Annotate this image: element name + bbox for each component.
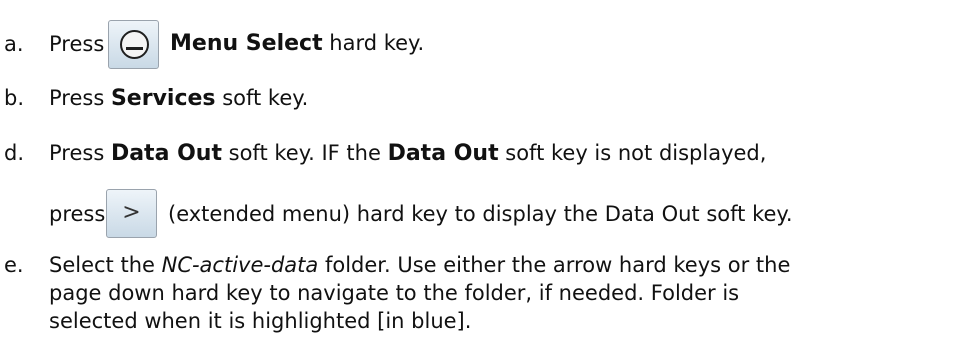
step-e-pre-text: Select the <box>49 253 162 277</box>
step-e-line3: selected when it is highlighted [in blue… <box>49 309 472 333</box>
services-label: Services <box>110 86 216 111</box>
step-marker: e. <box>4 253 24 277</box>
step-d-post-text: soft key is not displayed, <box>498 141 767 165</box>
step-b-pre-text: Press <box>49 86 111 110</box>
step-e-line1: Select the NC-active-data folder. Use ei… <box>49 253 790 277</box>
step-b-text: Press Services soft key. <box>49 86 308 111</box>
step-marker: b. <box>4 86 25 110</box>
instruction-document: { "steps": [ { "marker": "a.", "pre": "P… <box>0 0 978 353</box>
step-e-line1-post: folder. Use either the arrow hard keys o… <box>318 253 791 277</box>
step-e-line2: page down hard key to navigate to the fo… <box>49 281 740 305</box>
menu-select-key-icon <box>108 20 159 69</box>
menu-select-label: Menu Select <box>170 31 323 56</box>
step-marker: d. <box>4 141 25 165</box>
extended-menu-key-icon: > <box>106 189 157 238</box>
step-d-line2-pre: press <box>49 202 106 226</box>
step-b-post-text: soft key. <box>215 86 309 110</box>
step-marker: a. <box>4 32 24 56</box>
data-out-label: Data Out <box>110 141 222 166</box>
nc-active-data-folder-name: NC-active-data <box>161 253 319 277</box>
step-d-line1: Press Data Out soft key. IF the Data Out… <box>49 141 766 166</box>
chevron-right-icon: > <box>122 200 141 225</box>
step-a-pre-text: Press <box>49 32 105 56</box>
step-d-line2-post: (extended menu) hard key to display the … <box>168 202 793 226</box>
step-a-post-text: hard key. <box>322 31 425 55</box>
step-d-mid-text: soft key. IF the <box>221 141 388 165</box>
data-out-label-2: Data Out <box>387 141 499 166</box>
menu-select-symbol-icon <box>120 30 149 59</box>
step-d-pre-text: Press <box>49 141 111 165</box>
step-a-bold: Menu Select hard key. <box>170 31 424 56</box>
